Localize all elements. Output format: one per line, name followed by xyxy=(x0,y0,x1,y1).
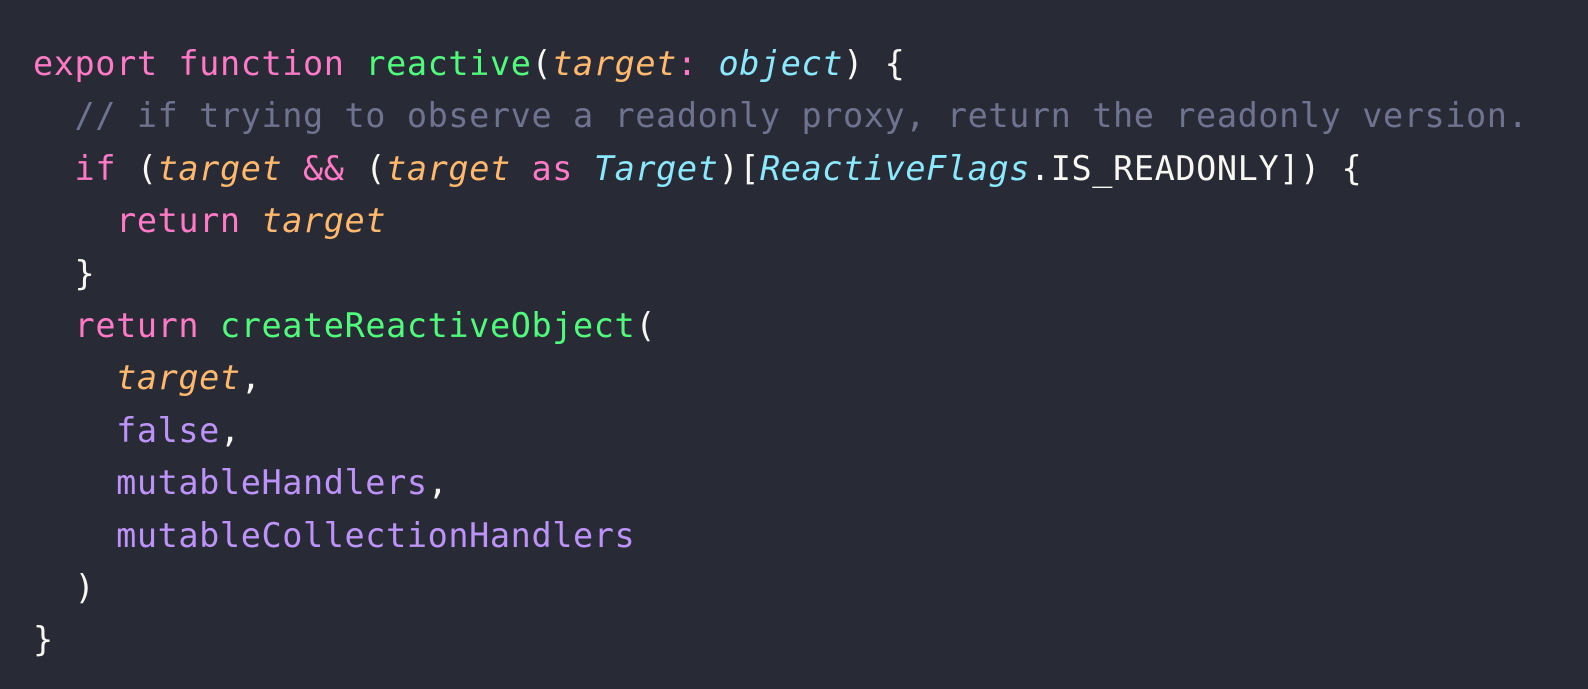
keyword-token: if xyxy=(74,148,117,188)
code-line: return createReactiveObject( xyxy=(33,300,1528,352)
punctuation-token: , xyxy=(240,358,262,398)
identifier-token: mutableCollectionHandlers xyxy=(116,515,636,555)
code-line: // if trying to observe a readonly proxy… xyxy=(33,90,1528,142)
punctuation-token: .IS_READONLY]) { xyxy=(1030,148,1363,188)
punctuation-token xyxy=(345,44,366,83)
function-name-token: createReactiveObject xyxy=(219,305,636,345)
punctuation-token xyxy=(241,201,262,240)
code-line: ) xyxy=(33,562,1528,614)
punctuation-token: , xyxy=(219,410,241,450)
code-line: export function reactive(target: object)… xyxy=(33,38,1528,90)
punctuation-token: )[ xyxy=(718,148,760,188)
parameter-token: target xyxy=(116,358,241,398)
punctuation-token xyxy=(33,463,116,502)
type-token: object xyxy=(718,44,844,83)
identifier-token: false xyxy=(116,410,220,450)
keyword-token: && xyxy=(282,148,366,188)
keyword-token: return xyxy=(116,201,241,241)
keyword-token: as xyxy=(510,148,594,188)
punctuation-token: } xyxy=(33,253,96,293)
code-line: } xyxy=(33,614,1528,666)
punctuation-token xyxy=(33,149,75,188)
type-token: ReactiveFlags xyxy=(760,148,1030,188)
code-line: mutableHandlers, xyxy=(33,457,1528,509)
code-line: mutableCollectionHandlers xyxy=(33,510,1528,562)
punctuation-token: , xyxy=(427,463,449,503)
punctuation-token xyxy=(158,44,179,83)
parameter-token: target xyxy=(261,201,387,241)
punctuation-token: ( xyxy=(635,305,657,345)
punctuation-token xyxy=(33,411,116,450)
keyword-token: return xyxy=(74,305,200,345)
comment-token: // if trying to observe a readonly proxy… xyxy=(33,96,1529,136)
code-line: return target xyxy=(33,195,1528,247)
code-block: export function reactive(target: object)… xyxy=(33,38,1528,667)
type-token: Target xyxy=(593,148,719,188)
code-line: false, xyxy=(33,405,1528,457)
punctuation-token xyxy=(33,516,116,555)
function-name-token: reactive xyxy=(365,44,532,83)
punctuation-token: ) { xyxy=(843,44,906,83)
keyword-token: : xyxy=(676,44,719,83)
punctuation-token xyxy=(33,201,116,240)
code-line: target, xyxy=(33,352,1528,404)
punctuation-token xyxy=(199,306,220,345)
keyword-token: export xyxy=(33,44,158,83)
punctuation-token: } xyxy=(33,620,54,660)
keyword-token: function xyxy=(178,44,345,83)
punctuation-token xyxy=(33,306,75,345)
punctuation-token: ( xyxy=(116,148,158,188)
parameter-token: target xyxy=(157,148,283,188)
code-line: } xyxy=(33,248,1528,300)
punctuation-token: ( xyxy=(365,148,387,188)
code-line: if (target && (target as Target)[Reactiv… xyxy=(33,143,1528,195)
punctuation-token xyxy=(33,358,116,397)
punctuation-token: ( xyxy=(531,44,553,83)
parameter-token: target xyxy=(386,148,511,188)
identifier-token: mutableHandlers xyxy=(116,463,428,503)
punctuation-token: ) xyxy=(33,567,96,607)
parameter-token: target xyxy=(552,44,677,83)
